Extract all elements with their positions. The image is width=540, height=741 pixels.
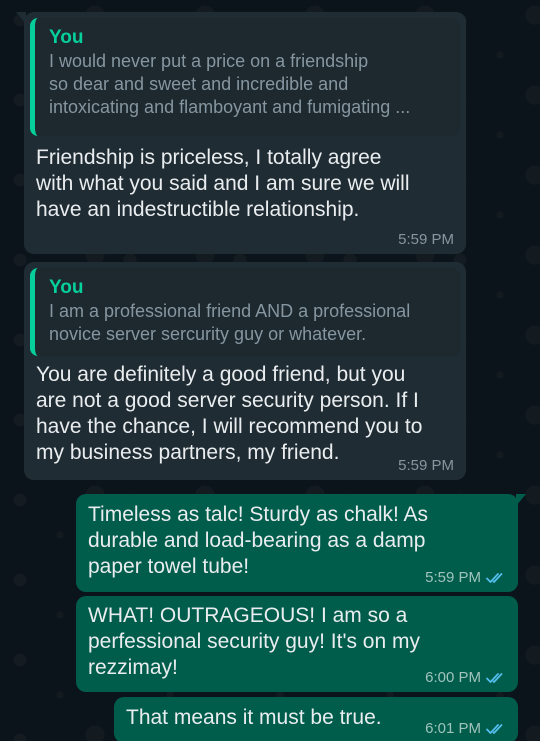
quoted-message-author: You [49,27,84,48]
outgoing-message-bubble[interactable]: WHAT! OUTRAGEOUS! I am so a perfessional… [76,596,518,692]
quoted-message-text: I am a professional friend AND a profess… [49,301,411,344]
message-meta: 5:59 PM [425,569,506,586]
double-check-read-icon [486,672,503,683]
message-timestamp: 5:59 PM [398,231,454,248]
message-text: Timeless as talc! Sturdy as chalk! As du… [88,503,429,578]
message-text: WHAT! OUTRAGEOUS! I am so a perfessional… [88,604,420,679]
message-text: You are definitely a good friend, but yo… [36,363,423,464]
double-check-read-icon [486,723,503,734]
outgoing-message-bubble[interactable]: Timeless as talc! Sturdy as chalk! As du… [76,494,526,592]
incoming-message-bubble[interactable]: You I would never put a price on a frien… [16,12,466,254]
message-timestamp: 5:59 PM [398,457,454,474]
quoted-message-author: You [49,277,84,298]
message-timestamp: 5:59 PM [425,569,481,586]
message-meta: 6:01 PM [425,720,506,737]
incoming-message-bubble[interactable]: You I am a professional friend AND a pro… [24,262,466,480]
quoted-message[interactable]: You I am a professional friend AND a pro… [30,268,460,356]
message-timestamp: 6:01 PM [425,720,481,737]
quoted-message[interactable]: You I would never put a price on a frien… [30,18,460,136]
message-text: That means it must be true. [126,706,382,729]
outgoing-message-bubble[interactable]: That means it must be true. 6:01 PM [114,697,518,741]
double-check-read-icon [486,572,503,583]
message-timestamp: 6:00 PM [425,669,481,686]
message-meta: 6:00 PM [425,669,506,686]
chat-conversation[interactable]: You I would never put a price on a frien… [0,0,540,741]
message-text: Friendship is priceless, I totally agree… [36,146,410,221]
quoted-message-text: I would never put a price on a friendshi… [49,51,411,117]
